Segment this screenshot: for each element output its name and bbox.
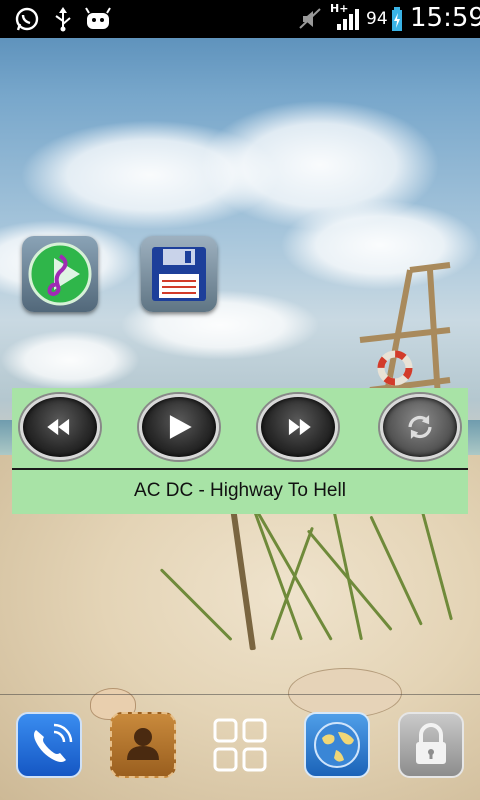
phone-icon[interactable] <box>16 712 82 778</box>
battery-icon <box>392 7 402 31</box>
status-bar: H+ 94 15:59 <box>0 0 480 38</box>
fast-forward-button[interactable] <box>258 394 338 460</box>
play-button[interactable] <box>139 394 219 460</box>
usb-icon <box>55 7 71 32</box>
seashell <box>288 668 402 718</box>
clock: 15:59 <box>410 3 480 33</box>
rewind-icon <box>47 418 70 436</box>
android-icon <box>85 7 111 29</box>
music-player-app-icon[interactable] <box>22 236 98 312</box>
browser-globe-icon[interactable] <box>304 712 370 778</box>
lock-icon[interactable] <box>398 712 464 778</box>
battery-percentage: 94 <box>366 9 388 29</box>
rewind-button[interactable] <box>20 394 100 460</box>
signal-icon <box>337 9 359 30</box>
whatsapp-icon <box>15 7 39 31</box>
widget-divider <box>12 468 468 470</box>
repeat-button[interactable] <box>380 394 460 460</box>
track-title: AC DC - Highway To Hell <box>134 480 346 501</box>
dock-divider <box>0 694 480 695</box>
fast-forward-icon <box>288 418 311 436</box>
mute-icon <box>299 8 321 29</box>
floppy-save-app-icon[interactable] <box>141 236 217 312</box>
play-icon <box>169 415 192 439</box>
repeat-icon <box>408 415 432 439</box>
app-drawer-icon[interactable] <box>207 712 273 778</box>
music-player-widget: AC DC - Highway To Hell <box>12 388 468 514</box>
contacts-icon[interactable] <box>110 712 176 778</box>
